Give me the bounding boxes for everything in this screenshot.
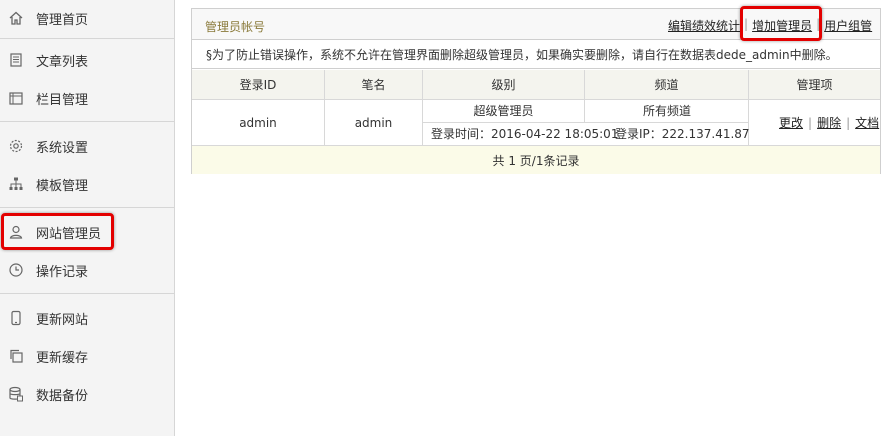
divider <box>0 207 174 208</box>
sidebar-item-label: 操作记录 <box>36 264 89 280</box>
delete-admin-link[interactable]: 删除 <box>817 114 841 131</box>
sidebar-item-label: 数据备份 <box>36 388 89 404</box>
sidebar-item-label: 模板管理 <box>36 178 89 194</box>
login-id-cell: admin <box>192 100 325 145</box>
sidebar-item-label: 栏目管理 <box>36 92 89 108</box>
column-header: 级别 <box>423 70 585 99</box>
copy-icon <box>8 348 24 364</box>
sidebar-item-label: 管理首页 <box>36 12 89 28</box>
edit-performance-link[interactable]: 编辑绩效统计 <box>668 17 740 34</box>
login-time-text: 登录时间：2016-04-22 18:05:01 <box>431 127 619 141</box>
home-icon <box>8 10 24 26</box>
pagination-footer: 共 1 页/1条记录 <box>192 146 880 174</box>
sidebar-item-settings[interactable]: 系统设置 <box>0 128 174 164</box>
notice-text: §为了防止错误操作，系统不允许在管理界面删除超级管理员，如果确实要删除，请自行在… <box>192 41 880 69</box>
sidebar-item-articles[interactable]: 文章列表 <box>0 42 174 78</box>
level-channel-cell: 超级管理员 所有频道 登录时间：2016-04-22 18:05:01 登录IP… <box>423 99 750 146</box>
column-header: 管理项 <box>796 78 833 92</box>
divider <box>0 293 174 294</box>
sidebar-item-label: 更新缓存 <box>36 350 89 366</box>
highlight-box <box>740 6 822 41</box>
sitemap-icon <box>8 176 24 192</box>
divider <box>0 121 174 122</box>
pen-name-cell: admin <box>325 100 423 145</box>
column-header: 登录ID <box>192 70 325 99</box>
sidebar-item-home[interactable]: 管理首页 <box>0 0 174 36</box>
document-icon <box>8 52 24 68</box>
sidebar-item-label: 系统设置 <box>36 140 89 156</box>
channel-text: 所有频道 <box>642 103 691 118</box>
sidebar-item-label: 文章列表 <box>36 54 89 70</box>
gear-icon <box>8 138 24 154</box>
folder-icon <box>8 90 24 106</box>
link-separator: | <box>846 115 851 130</box>
sidebar-item-label: 更新网站 <box>36 312 89 328</box>
column-header: 笔名 <box>325 70 423 99</box>
highlight-box <box>1 213 114 250</box>
divider <box>0 38 174 39</box>
link-separator: | <box>808 115 813 130</box>
user-group-link[interactable]: 用户组管 <box>824 17 872 34</box>
login-ip-text: 登录IP：222.137.41.87 <box>615 127 750 141</box>
mobile-icon <box>8 310 24 326</box>
clock-icon <box>8 262 24 278</box>
admin-documents-link[interactable]: 文档 <box>855 114 879 131</box>
sidebar-item-operation-log[interactable]: 操作记录 <box>0 252 174 288</box>
sidebar-item-templates[interactable]: 模板管理 <box>0 166 174 202</box>
panel-title: 管理员帐号 <box>205 20 266 34</box>
table-header-row: 登录ID 笔名 级别 频道 管理项 <box>192 70 880 100</box>
sidebar-item-data-backup[interactable]: 数据备份 <box>0 376 174 412</box>
database-icon <box>8 386 24 402</box>
sidebar-item-columns[interactable]: 栏目管理 <box>0 80 174 116</box>
manage-actions-cell: 更改 | 删除 | 文档 <box>749 100 880 145</box>
sidebar-item-update-cache[interactable]: 更新缓存 <box>0 338 174 374</box>
level-channel-subrow: 超级管理员 所有频道 <box>423 99 748 123</box>
column-header: 频道 <box>585 70 749 99</box>
table-row: admin admin 超级管理员 所有频道 登录时间：2016-04-22 1… <box>192 99 880 146</box>
login-info-subrow: 登录时间：2016-04-22 18:05:01 登录IP：222.137.41… <box>423 123 750 146</box>
edit-admin-link[interactable]: 更改 <box>779 114 803 131</box>
sidebar-item-update-site[interactable]: 更新网站 <box>0 300 174 336</box>
level-text: 超级管理员 <box>423 99 585 123</box>
